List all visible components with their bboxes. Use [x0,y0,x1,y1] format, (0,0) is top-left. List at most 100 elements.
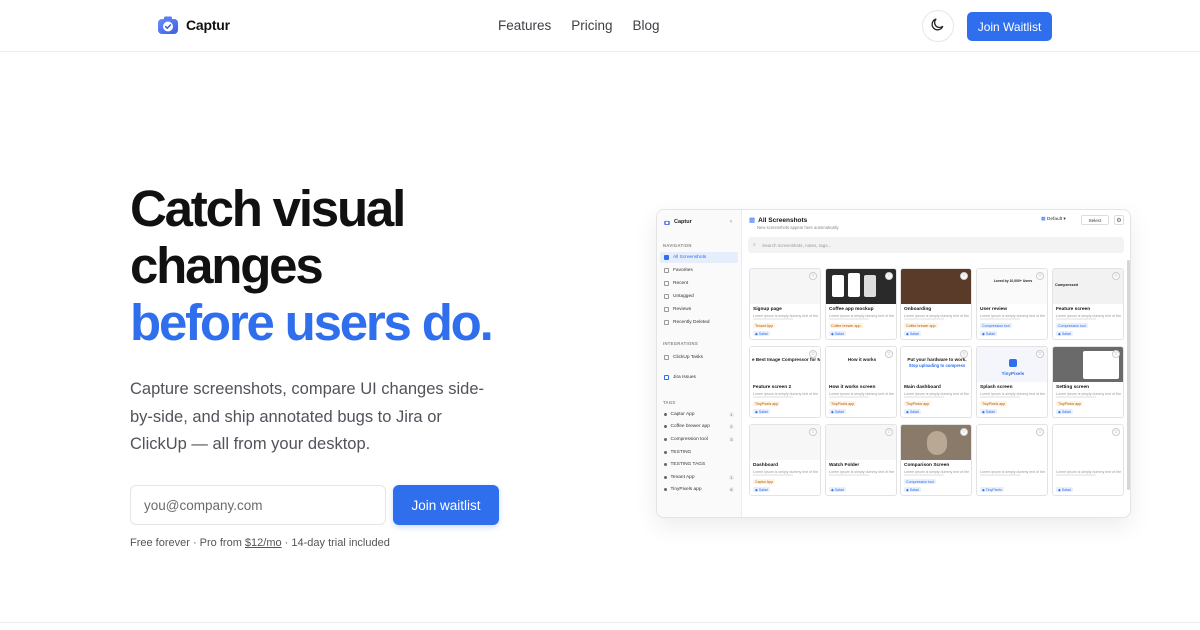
pricing-link[interactable]: $12/mo [245,537,282,549]
nav-link-blog[interactable]: Blog [633,18,660,33]
card-tag[interactable]: Compression tool [1056,323,1088,328]
card-title: Watch Folder [829,463,860,468]
hero-subtitle: Capture screenshots, compare UI changes … [130,380,485,453]
mock-tag-item[interactable]: Tenant App 1 [660,472,738,483]
star-icon[interactable]: ☆ [1112,272,1120,280]
card-app-chip: ◆ Safari [904,331,922,336]
card-thumbnail-text: How it works [847,357,877,362]
card-app-chip: ◆ Safari [829,487,847,492]
mock-scrollbar[interactable] [1127,260,1130,490]
mock-tag-item[interactable]: TinyPixels app 8 [660,484,738,495]
card-title: Main dashboard [904,385,941,390]
star-icon[interactable]: ☆ [960,350,968,358]
card-tag[interactable]: Coffee brewer app [829,323,863,328]
screenshot-card[interactable]: Put your hardware to work. Stop uploading… [900,346,972,418]
mock-tag-item[interactable]: TESTING [660,447,738,458]
card-tag[interactable]: TinyPixels app [753,401,781,406]
star-icon[interactable]: ☆ [960,272,968,280]
screenshot-card[interactable]: ☆ Onboarding Lorem ipsum is simply dummy t… [900,268,972,340]
screenshot-card[interactable]: ☆ Dashboard Lorem ipsum is simply dummy te… [749,424,821,496]
card-description-line [829,474,869,476]
app-preview: Captur ‹ NAVIGATION All Screenshots Favo… [656,209,1131,518]
star-icon[interactable]: ☆ [885,272,893,280]
pricing-note-prefix: Free forever · Pro from [130,537,245,549]
join-waitlist-nav-button[interactable]: Join Waitlist [967,12,1052,41]
mock-select-button[interactable]: Select [1081,215,1109,225]
card-description-line [980,474,1020,476]
card-thumbnail-text: e Best Image Compressor for M [752,357,820,362]
screenshot-card[interactable]: ☆ Setting screen Lorem ipsum is simply dum… [1052,346,1124,418]
mock-tag-item[interactable]: Compression tool 3 [660,434,738,445]
card-description-line [829,318,869,320]
join-waitlist-button[interactable]: Join waitlist [393,485,499,525]
screenshot-card[interactable]: ☆ Signup page Lorem ipsum is simply dummy … [749,268,821,340]
mock-nav-untagged[interactable]: Untagged [660,291,738,302]
nav-link-pricing[interactable]: Pricing [571,18,612,33]
screenshot-card[interactable]: ☆ Lorem ipsum is simply dummy text of the… [1052,424,1124,496]
mock-tag-item[interactable]: TESTING TAGS [660,459,738,470]
card-description-line [904,396,944,398]
screenshot-card[interactable]: ☆ Coffee app mockup Lorem ipsum is simply … [825,268,897,340]
card-app-chip: ◆ Safari [753,331,771,336]
theme-toggle-button[interactable] [922,10,954,42]
screenshot-card[interactable]: Compressed ☆ Feature screen Lorem ipsum is … [1052,268,1124,340]
screenshot-card[interactable]: ☆ Lorem ipsum is simply dummy text of the… [976,424,1048,496]
star-icon[interactable]: ☆ [1036,350,1044,358]
chevron-left-icon[interactable]: ‹ [730,219,732,225]
mock-sort-dropdown[interactable]: ▦ Default ▾ [1041,217,1066,222]
star-icon[interactable]: ☆ [885,350,893,358]
card-tag[interactable]: TinyPixels app [980,401,1008,406]
star-icon[interactable]: ☆ [809,272,817,280]
star-icon[interactable]: ☆ [1036,272,1044,280]
screenshot-card[interactable]: TinyPixels ☆ Splash screen Lorem ipsum is s… [976,346,1048,418]
card-app-chip: ◆ Safari [1056,331,1074,336]
card-tag[interactable]: Tenant App [753,323,775,328]
screenshot-card[interactable]: ☆ Comparison Screen Lorem ipsum is simply … [900,424,972,496]
gear-icon[interactable]: ⚙ [1114,215,1124,225]
star-icon[interactable]: ☆ [960,428,968,436]
card-app-chip: ◆ Safari [829,409,847,414]
star-icon[interactable]: ☆ [1112,350,1120,358]
hero-title-highlight: before users do. [130,294,494,351]
mock-nav-recently-deleted[interactable]: Recently Deleted [660,317,738,328]
mock-nav-recent[interactable]: Recent [660,278,738,289]
mock-tags-label: TAGS [663,400,676,405]
mock-tag-item[interactable]: Captur App 1 [660,409,738,420]
mock-integration-clickup[interactable]: ClickUp Tasks [660,352,738,363]
screenshot-card[interactable]: Loved by 10,000+ Users ☆ User review Lorem … [976,268,1048,340]
card-description-line [829,396,869,398]
mock-tag-item[interactable]: Coffee brewer app 2 [660,421,738,432]
screenshot-card[interactable]: How it works ☆ How it works screen Lorem ip… [825,346,897,418]
brand-logo[interactable]: Captur [158,16,230,34]
card-title: Onboarding [904,307,932,312]
camera-check-icon [664,220,670,225]
search-icon: ⌕ [753,242,756,248]
mock-integration-jira[interactable]: Jira Issues [660,372,738,383]
card-tag[interactable]: Coffee brewer app [904,323,938,328]
card-tag[interactable]: TinyPixels app [829,401,857,406]
mock-nav-favorites[interactable]: Favorites [660,265,738,276]
card-tag[interactable]: TinyPixels app [904,401,932,406]
section-divider [0,622,1200,623]
card-tag[interactable]: Compression tool [980,323,1012,328]
screenshot-card[interactable]: ☆ Watch Folder Lorem ipsum is simply dummy… [825,424,897,496]
star-icon[interactable]: ☆ [885,428,893,436]
star-icon[interactable]: ☆ [1036,428,1044,436]
email-input[interactable] [130,485,386,525]
hero-title-line-2: changes [130,237,324,294]
card-tag[interactable]: TinyPixels app [1056,401,1084,406]
card-title: Setting screen [1056,385,1090,390]
nav-link-features[interactable]: Features [498,18,551,33]
mock-nav-all-screenshots[interactable]: All Screenshots [660,252,738,263]
mock-search-input[interactable]: ⌕ Search screenshots, notes, tags... [748,237,1124,253]
star-icon[interactable]: ☆ [1112,428,1120,436]
screenshot-card[interactable]: e Best Image Compressor for M ☆ Feature sc… [749,346,821,418]
mock-nav-reviews[interactable]: Reviews [660,304,738,315]
card-tag[interactable]: Compression tool [904,479,936,484]
card-tag[interactable]: Captur App [753,479,775,484]
star-icon[interactable]: ☆ [809,350,817,358]
card-app-chip: ◆ Safari [904,487,922,492]
star-icon[interactable]: ☆ [809,428,817,436]
card-description-line [753,474,793,476]
card-thumbnail-text: Stop uploading to compress [908,363,966,368]
